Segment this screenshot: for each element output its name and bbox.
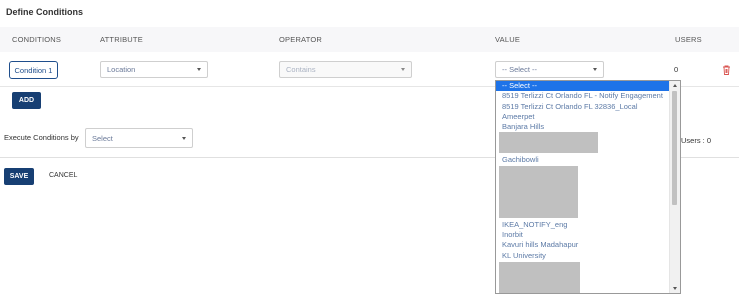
dropdown-option[interactable]: Kavuri hills Madahapur <box>496 240 670 250</box>
value-select[interactable]: -- Select -- <box>495 61 604 78</box>
attribute-select-value: Location <box>107 65 136 74</box>
header-operator: OPERATOR <box>279 35 322 44</box>
scroll-up-icon[interactable] <box>673 84 677 87</box>
dropdown-option[interactable]: 8519 Terlizzi Ct Orlando FL - Notify Eng… <box>496 91 670 101</box>
operator-select-value: Contains <box>286 65 316 74</box>
users-count: 0 <box>674 65 679 74</box>
scrollbar-thumb[interactable] <box>672 91 677 205</box>
redacted-option[interactable] <box>496 132 670 155</box>
redacted-block <box>499 261 580 293</box>
execute-conditions-label: Execute Conditions by <box>4 133 79 142</box>
dropdown-option[interactable]: 8519 Terlizzi Ct Orlando FL 32836_Local <box>496 102 670 112</box>
chevron-down-icon <box>197 68 201 71</box>
condition-1-button[interactable]: Condition 1 <box>9 61 58 79</box>
dropdown-option[interactable]: KL University <box>496 251 670 261</box>
cancel-button[interactable]: CANCEL <box>49 172 77 179</box>
chevron-down-icon <box>401 68 405 71</box>
value-dropdown-list[interactable]: -- Select -- 8519 Terlizzi Ct Orlando FL… <box>495 80 681 294</box>
header-conditions: CONDITIONS <box>12 35 62 44</box>
scroll-down-icon[interactable] <box>673 287 677 290</box>
header-attribute: ATTRIBUTE <box>100 35 143 44</box>
dropdown-option[interactable]: IKEA_NOTIFY_eng <box>496 220 670 230</box>
chevron-down-icon <box>593 68 597 71</box>
dropdown-option[interactable]: Banjara Hills <box>496 122 670 132</box>
users-summary: Users : 0 <box>681 136 712 145</box>
save-button[interactable]: SAVE <box>4 168 34 185</box>
add-button[interactable]: ADD <box>12 92 41 109</box>
dropdown-option[interactable]: -- Select -- <box>496 81 670 92</box>
trash-icon[interactable] <box>722 65 731 75</box>
redacted-block <box>499 165 578 218</box>
operator-select[interactable]: Contains <box>279 61 412 78</box>
dropdown-option[interactable]: Gachibowli <box>496 155 670 165</box>
dropdown-option[interactable]: Inorbit <box>496 230 670 240</box>
page-title: Define Conditions <box>6 7 83 17</box>
header-value: VALUE <box>495 35 521 44</box>
value-select-value: -- Select -- <box>502 65 538 74</box>
redacted-option[interactable] <box>496 261 670 293</box>
header-users: USERS <box>675 35 702 44</box>
execute-conditions-select[interactable]: Select <box>85 128 193 148</box>
redacted-option[interactable] <box>496 165 670 220</box>
dropdown-scrollbar[interactable] <box>669 81 680 293</box>
redacted-block <box>499 132 598 154</box>
execute-conditions-placeholder: Select <box>92 133 113 143</box>
attribute-select[interactable]: Location <box>100 61 208 78</box>
chevron-down-icon <box>182 137 186 140</box>
dropdown-option[interactable]: Ameerpet <box>496 112 670 122</box>
